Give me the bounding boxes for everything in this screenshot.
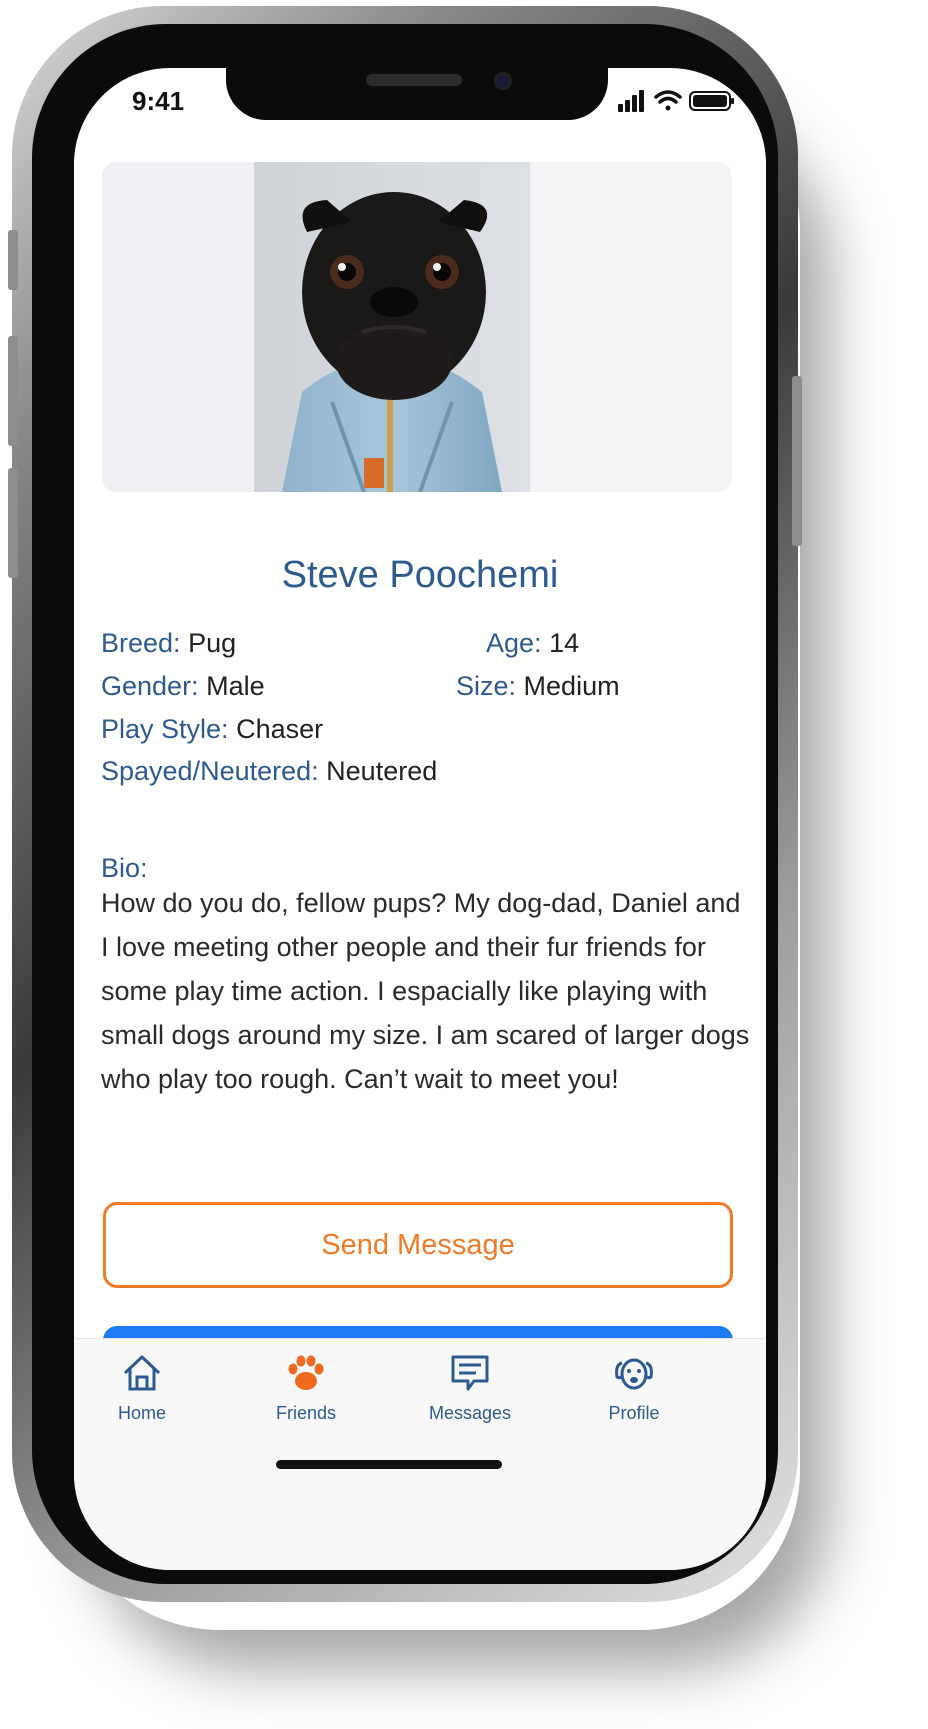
age-value: 14 — [549, 628, 580, 658]
volume-up-button — [8, 336, 18, 446]
speaker-grille — [366, 74, 462, 86]
breed-label: Breed: — [101, 628, 181, 658]
power-button — [792, 376, 802, 546]
profile-photo — [102, 162, 732, 492]
bio-label: Bio: — [101, 853, 148, 883]
play-style-label: Play Style: — [101, 714, 229, 744]
dog-name: Steve Poochemi — [281, 554, 559, 596]
volume-down-button — [8, 468, 18, 578]
tab-bar: Home Friends Messages Profile — [74, 1338, 766, 1570]
tab-profile-label: Profile — [608, 1403, 660, 1423]
dog-face-icon — [615, 1358, 653, 1390]
send-message-button[interactable]: Send Message — [103, 1202, 733, 1288]
bio-text: How do you do, fellow pups? My dog-dad, … — [101, 888, 750, 1094]
mute-switch — [8, 230, 18, 290]
tab-friends-label: Friends — [275, 1403, 337, 1423]
age-row: Age: 14 — [486, 628, 579, 659]
gender-value: Male — [206, 671, 265, 701]
battery-icon — [689, 91, 734, 111]
play-style-value: Chaser — [236, 714, 324, 744]
home-icon — [123, 1355, 161, 1391]
signal-icon — [618, 90, 644, 112]
size-row: Size: Medium — [456, 671, 620, 702]
play-style-row: Play Style: Chaser — [101, 714, 323, 745]
home-indicator[interactable] — [276, 1460, 502, 1469]
phone-frame: 9:41 Steve Poochemi Breed: Pug Age: 14 G… — [8, 6, 802, 1602]
wifi-icon — [654, 90, 682, 111]
gender-label: Gender: — [101, 671, 199, 701]
spayed-label: Spayed/Neutered: — [101, 756, 319, 786]
tab-home-label: Home — [117, 1403, 166, 1423]
paw-icon — [288, 1355, 324, 1390]
status-time: 9:41 — [132, 86, 185, 116]
chat-icon — [451, 1355, 489, 1391]
tab-messages-label: Messages — [428, 1403, 512, 1423]
spayed-value: Neutered — [326, 756, 438, 786]
age-label: Age: — [486, 628, 542, 658]
spayed-row: Spayed/Neutered: Neutered — [101, 756, 437, 787]
front-camera — [494, 72, 512, 90]
tab-friends[interactable]: Friends — [246, 1351, 366, 1424]
tab-messages[interactable]: Messages — [410, 1351, 530, 1424]
notch — [226, 68, 608, 120]
status-icons — [618, 90, 734, 112]
pug-icon — [102, 162, 732, 492]
size-label: Size: — [456, 671, 517, 701]
app-screen: 9:41 Steve Poochemi Breed: Pug Age: 14 G… — [74, 68, 766, 1570]
gender-row: Gender: Male — [101, 671, 265, 702]
breed-row: Breed: Pug — [101, 628, 236, 659]
size-value: Medium — [523, 671, 620, 701]
tab-home[interactable]: Home — [82, 1351, 202, 1424]
breed-value: Pug — [188, 628, 237, 658]
tab-profile[interactable]: Profile — [574, 1351, 694, 1424]
